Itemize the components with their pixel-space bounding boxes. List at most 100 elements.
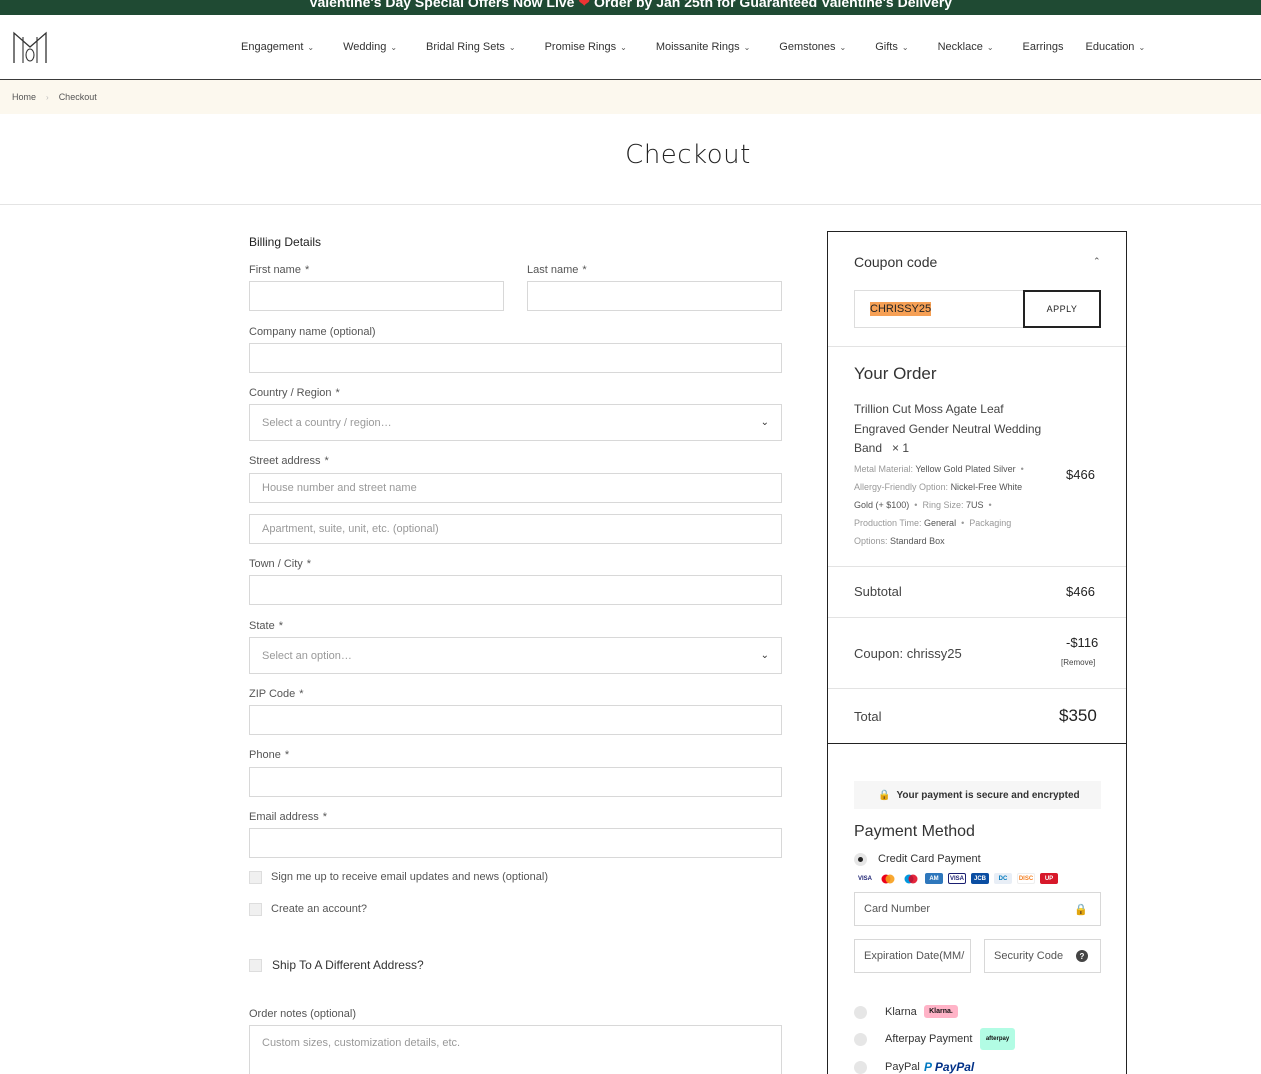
chevron-up-icon[interactable]: ⌃ <box>1093 256 1101 267</box>
chevron-down-icon: ⌄ <box>839 42 847 52</box>
last-name-field[interactable] <box>527 281 782 311</box>
coupon-input[interactable]: CHRISSY25 <box>854 290 1024 328</box>
announcement-text: Valentine's Day Special Offers Now Live <box>308 0 575 10</box>
main-nav: Engagement ⌄ Wedding ⌄ Bridal Ring Sets ⌄ P… <box>241 15 1145 79</box>
zip-field[interactable] <box>249 705 782 735</box>
apply-coupon-button[interactable]: APPLY <box>1023 290 1101 328</box>
help-icon[interactable]: ? <box>1076 950 1088 962</box>
security-code-field[interactable]: Security Code? <box>984 939 1101 973</box>
divider <box>828 743 1126 744</box>
discover-icon: DISC <box>1017 873 1035 884</box>
order-notes-textarea[interactable]: Custom sizes, customization details, etc… <box>249 1025 782 1074</box>
afterpay-label[interactable]: Afterpay Payment <box>885 1033 972 1045</box>
afterpay-radio[interactable] <box>854 1033 867 1046</box>
paypal-label[interactable]: PayPal <box>885 1061 920 1073</box>
breadcrumb-home[interactable]: Home <box>12 92 36 102</box>
diners-icon: DC <box>994 873 1012 884</box>
remove-coupon-link[interactable]: [Remove] <box>1061 658 1095 667</box>
klarna-label[interactable]: Klarna <box>885 1006 917 1018</box>
newsletter-checkbox[interactable] <box>249 871 262 884</box>
paypal-radio[interactable] <box>854 1061 867 1074</box>
klarna-radio[interactable] <box>854 1006 867 1019</box>
town-label: Town / City * <box>249 558 311 570</box>
state-placeholder: Select an option… <box>262 649 352 662</box>
first-name-field[interactable] <box>249 281 504 311</box>
email-label: Email address * <box>249 811 327 823</box>
divider <box>828 617 1126 618</box>
newsletter-label[interactable]: Sign me up to receive email updates and … <box>271 871 548 883</box>
product-name-line3: Band × 1 <box>854 441 909 455</box>
nav-item-wedding[interactable]: Wedding ⌄ <box>343 41 397 53</box>
order-summary: Coupon code ⌃ CHRISSY25 APPLY Your Order… <box>827 231 1127 1074</box>
ship-different-label[interactable]: Ship To A Different Address? <box>272 958 424 972</box>
apartment-field[interactable]: Apartment, suite, unit, etc. (optional) <box>249 514 782 544</box>
lock-icon: 🔒 <box>878 789 891 801</box>
label-text: State <box>249 620 275 632</box>
chevron-down-icon: ⌄ <box>1138 42 1146 52</box>
nav-label: Necklace <box>937 41 983 53</box>
required-mark: * <box>299 688 304 700</box>
street-field[interactable]: House number and street name <box>249 473 782 503</box>
paypal-icon: P <box>924 1060 932 1074</box>
label-text: ZIP Code <box>249 688 296 700</box>
secure-text: Your payment is secure and encrypted <box>896 789 1080 801</box>
meta-value: General <box>924 518 957 528</box>
nav-label: Engagement <box>241 41 304 53</box>
country-select[interactable]: Select a country / region… ⌄ <box>249 404 782 441</box>
brand-logo[interactable] <box>12 29 48 65</box>
nav-item-gemstones[interactable]: Gemstones ⌄ <box>779 41 846 53</box>
expiration-placeholder: Expiration Date(MM/ <box>864 950 965 962</box>
meta-value: Standard Box <box>890 536 945 546</box>
chevron-down-icon: ⌄ <box>760 417 769 428</box>
product-qty: × 1 <box>892 441 910 455</box>
payment-method-heading: Payment Method <box>854 823 975 840</box>
nav-item-engagement[interactable]: Engagement ⌄ <box>241 41 314 53</box>
label-text: Town / City <box>249 558 303 570</box>
nav-item-education[interactable]: Education ⌄ <box>1086 41 1146 53</box>
credit-card-label[interactable]: Credit Card Payment <box>878 853 981 865</box>
nav-label: Moissanite Rings <box>655 41 740 53</box>
ship-different-checkbox[interactable] <box>249 959 262 972</box>
announcement-text-2: Order by Jan 25th for Guaranteed Valenti… <box>593 0 953 10</box>
nav-item-necklace[interactable]: Necklace ⌄ <box>938 41 994 53</box>
create-account-label[interactable]: Create an account? <box>271 903 367 915</box>
nav-item-bridal-ring-sets[interactable]: Bridal Ring Sets ⌄ <box>426 41 516 53</box>
coupon-heading[interactable]: Coupon code <box>854 254 937 270</box>
card-number-field[interactable]: Card Number 🔒 <box>854 892 1101 926</box>
meta-key: Ring Size: <box>922 500 964 510</box>
card-number-placeholder: Card Number <box>864 903 931 915</box>
email-field[interactable] <box>249 828 782 858</box>
create-account-checkbox[interactable] <box>249 903 262 916</box>
order-notes-placeholder: Custom sizes, customization details, etc… <box>262 1037 461 1049</box>
nav-label: Bridal Ring Sets <box>426 41 505 53</box>
nav-item-gifts[interactable]: Gifts ⌄ <box>875 41 908 53</box>
zip-label: ZIP Code * <box>249 688 304 700</box>
nav-item-moissanite-rings[interactable]: Moissanite Rings ⌄ <box>656 41 750 53</box>
meta-value: 7US <box>966 500 984 510</box>
maestro-icon <box>902 873 920 884</box>
expiration-field[interactable]: Expiration Date(MM/ <box>854 939 971 973</box>
label-text: Phone <box>249 749 281 761</box>
company-field[interactable] <box>249 343 782 373</box>
jcb-icon: JCB <box>971 873 989 884</box>
town-field[interactable] <box>249 575 782 605</box>
phone-label: Phone * <box>249 749 289 761</box>
chevron-down-icon: ⌄ <box>743 42 751 52</box>
phone-field[interactable] <box>249 767 782 797</box>
meta-key: Production Time: <box>854 518 922 528</box>
nav-item-promise-rings[interactable]: Promise Rings ⌄ <box>545 41 627 53</box>
street-label: Street address * <box>249 455 329 467</box>
first-name-label: First name * <box>249 264 309 276</box>
product-name-end: Band <box>854 441 883 455</box>
nav-item-earrings[interactable]: Earrings <box>1023 41 1064 53</box>
chevron-down-icon: ⌄ <box>760 650 769 661</box>
visa-electron-icon: VISA <box>948 873 966 884</box>
credit-card-radio[interactable] <box>854 853 867 866</box>
security-code-placeholder: Security Code <box>994 950 1064 962</box>
street-placeholder: House number and street name <box>262 482 417 494</box>
unionpay-icon: UP <box>1040 873 1058 884</box>
state-select[interactable]: Select an option… ⌄ <box>249 637 782 674</box>
billing-heading: Billing Details <box>249 235 322 249</box>
product-name-line1: Trillion Cut Moss Agate Leaf <box>854 402 1004 416</box>
required-mark: * <box>322 811 327 823</box>
